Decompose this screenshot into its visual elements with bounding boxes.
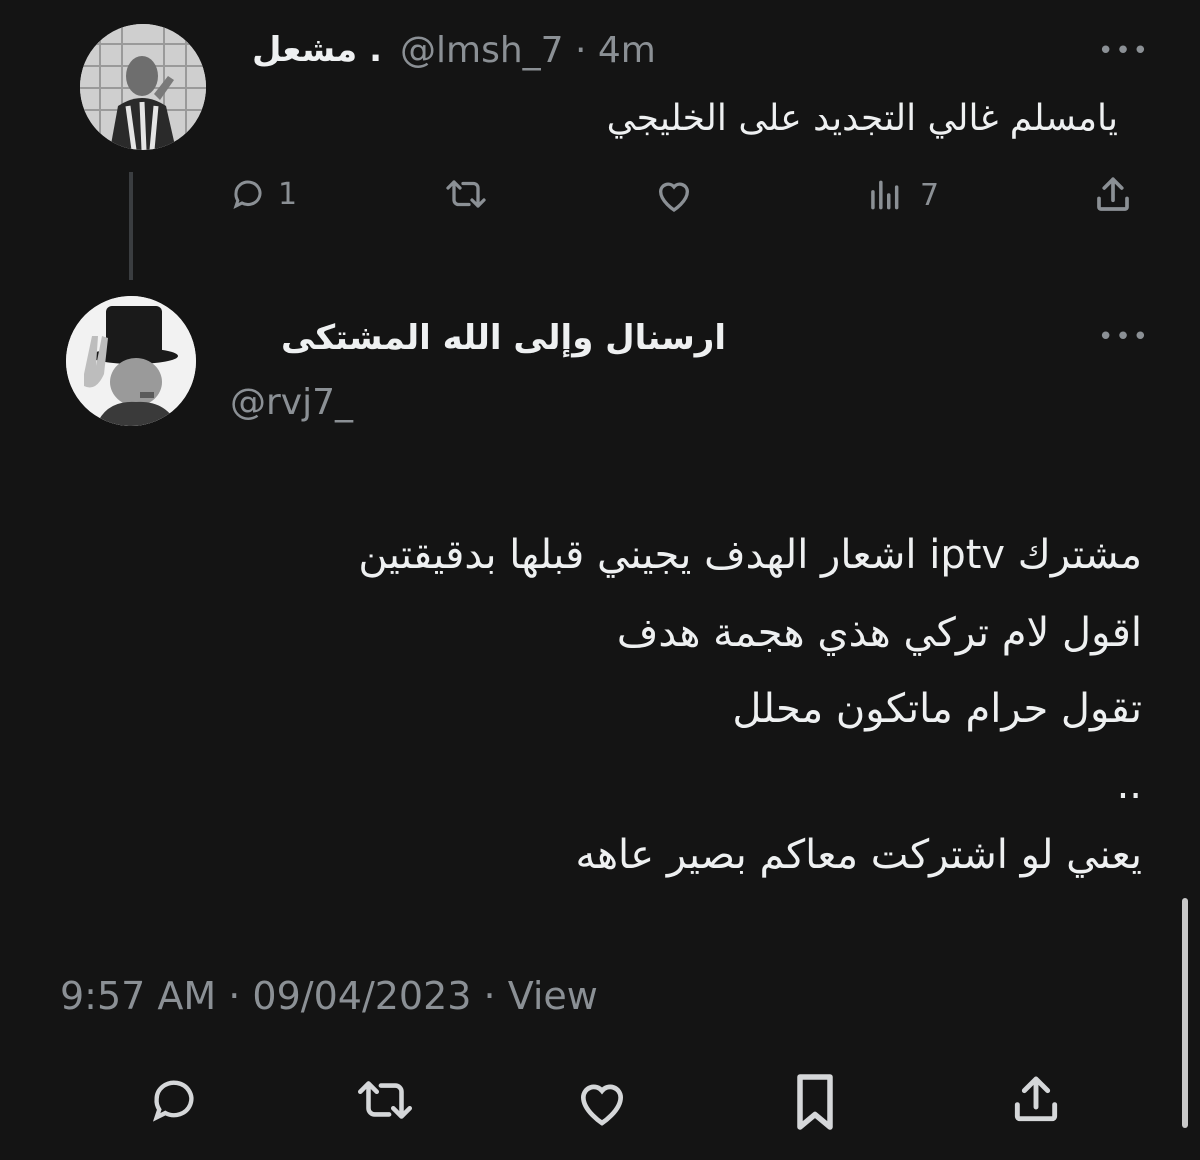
views-button[interactable]: 7 (864, 176, 939, 214)
retweet-button[interactable] (352, 1074, 418, 1126)
tweet-text-line: .. (1116, 762, 1142, 808)
author-handle[interactable]: @lmsh_7 · 4m (400, 30, 656, 71)
heart-icon (574, 1076, 630, 1128)
heart-icon (654, 176, 694, 214)
reply-button[interactable] (148, 1074, 200, 1126)
tweet-text-line: تقول حرام ماتكون محلل (732, 686, 1142, 732)
like-button[interactable] (654, 176, 694, 214)
views-bars-icon (864, 176, 904, 214)
more-dots-icon: ••• (1098, 322, 1151, 352)
separator-dot: · (575, 30, 587, 71)
time-ago[interactable]: 4m (598, 30, 656, 71)
retweet-button[interactable] (442, 176, 490, 212)
reply-button[interactable]: 1 (230, 176, 297, 212)
author-name[interactable]: ارسنال وإلى الله المشتكى (281, 318, 726, 358)
avatar-photo-icon (80, 24, 206, 150)
author-handle[interactable]: @rvj7_ (230, 382, 353, 423)
avatar[interactable] (66, 296, 196, 426)
reply-bubble-icon (230, 176, 266, 212)
retweet-icon (442, 176, 490, 212)
avatar-photo-icon (66, 296, 196, 426)
reply-count: 1 (278, 176, 298, 212)
bookmark-button[interactable] (790, 1072, 840, 1132)
handle-text: @lmsh_7 (400, 30, 564, 71)
reply-bubble-icon (148, 1074, 200, 1126)
views-count: 7 (920, 177, 940, 213)
more-options-button[interactable]: ••• (1098, 322, 1150, 352)
tweet-text-line: يعني لو اشتركت معاكم بصير عاهه (575, 832, 1142, 878)
like-button[interactable] (574, 1076, 630, 1128)
tweet-text-line: اقول لام تركي هذي هجمة هدف (616, 610, 1142, 656)
retweet-icon (352, 1074, 418, 1126)
share-icon (1092, 174, 1134, 216)
share-button[interactable] (1092, 174, 1134, 216)
more-dots-icon: ••• (1098, 36, 1151, 66)
tweet-timestamp[interactable]: 9:57 AM · 09/04/2023 · View (60, 974, 598, 1018)
share-button[interactable] (1008, 1072, 1064, 1128)
author-name[interactable]: مشعل . (252, 30, 382, 70)
avatar[interactable] (80, 24, 206, 150)
scrollbar-thumb[interactable] (1182, 898, 1188, 1128)
share-icon (1008, 1072, 1064, 1128)
thread-connector-line (129, 172, 133, 280)
tweet-text-line: مشترك iptv اشعار الهدف يجيني قبلها بدقيق… (358, 532, 1142, 578)
tweet-text: يامسلم غالي التجديد على الخليجي (606, 98, 1118, 139)
more-options-button[interactable]: ••• (1098, 36, 1150, 66)
bookmark-icon (790, 1072, 840, 1132)
